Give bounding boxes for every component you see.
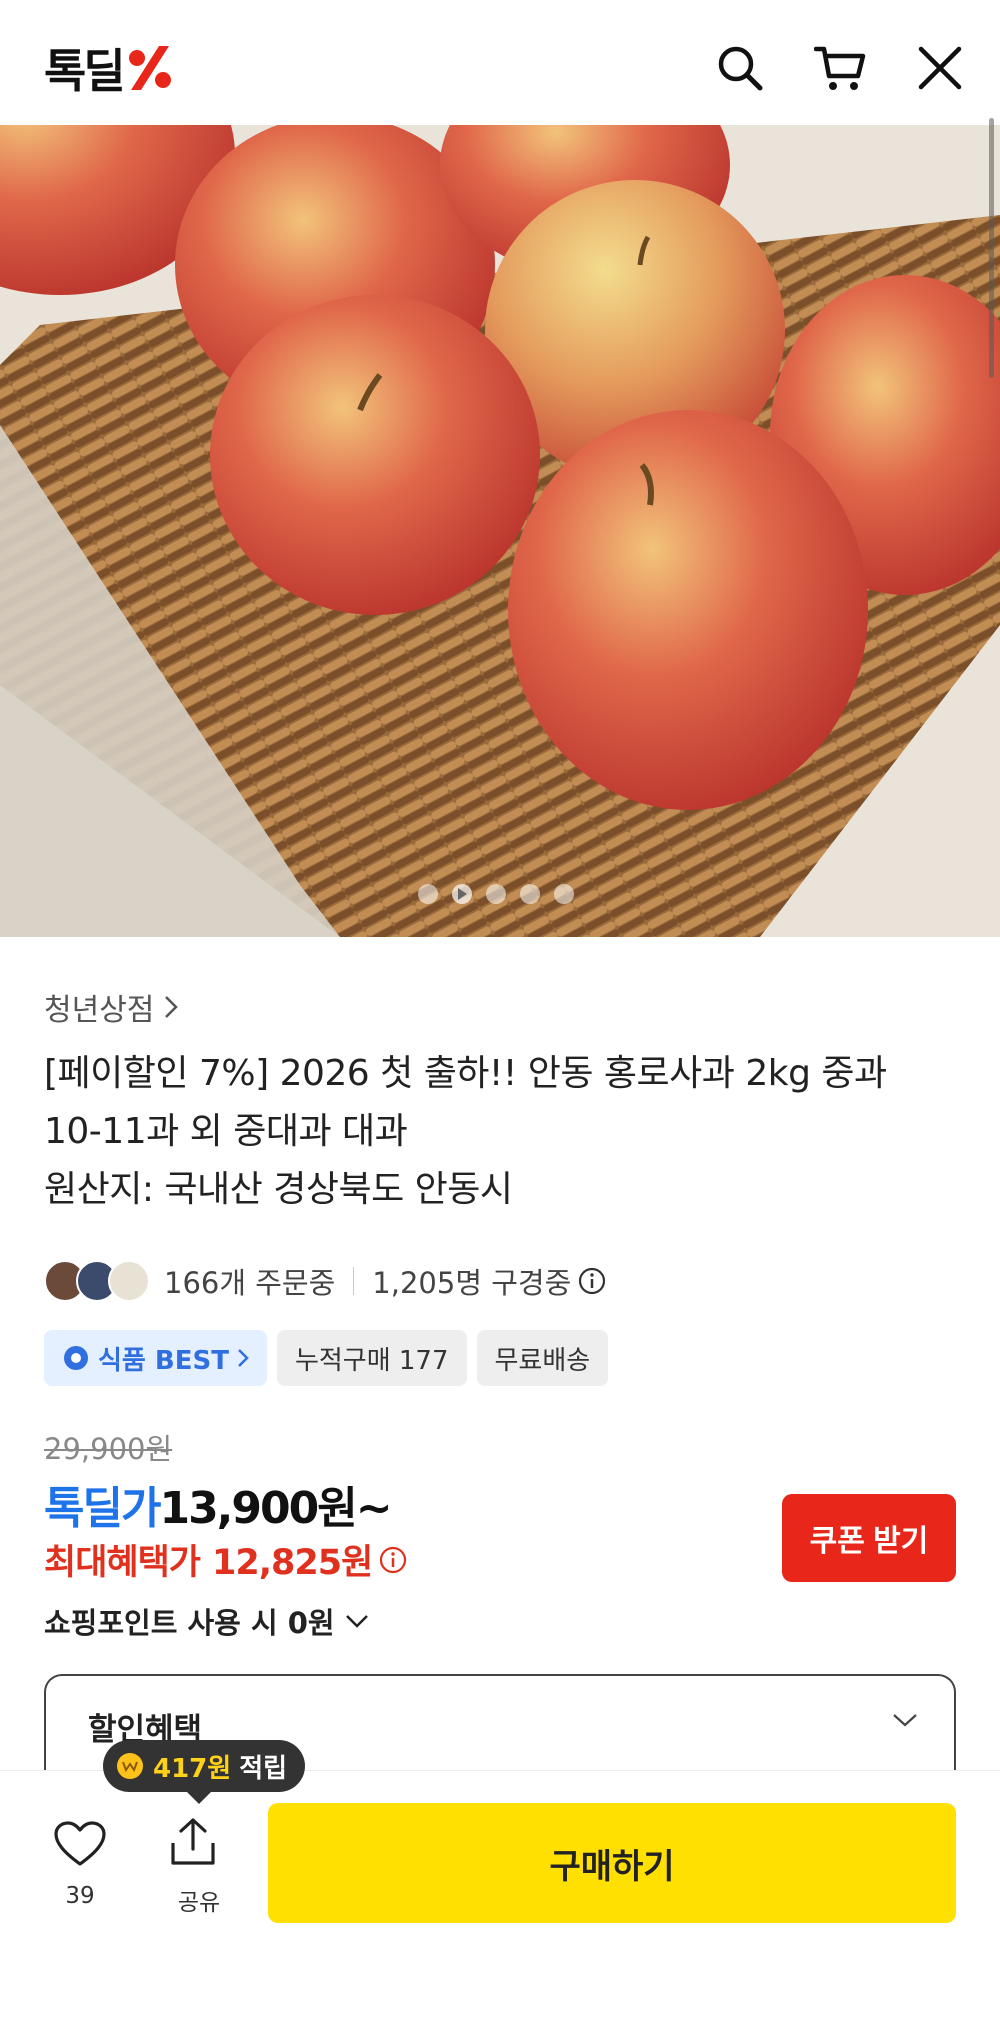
original-price: 29,900원 [44, 1432, 173, 1466]
deal-price: 톡딜가 13,900원~ [44, 1472, 393, 1536]
carousel-dot[interactable] [486, 884, 506, 904]
orders-count: 166개 주문중 [164, 1266, 336, 1300]
chevron-down-icon [345, 1615, 368, 1628]
scrollbar[interactable] [989, 118, 994, 378]
buyer-avatars [44, 1260, 150, 1302]
chevron-right-icon [165, 996, 179, 1018]
max-benefit-price: 최대혜택가 12,825원 [44, 1534, 408, 1585]
search-icon[interactable] [712, 40, 768, 96]
apples-photo [0, 125, 1000, 937]
like-button[interactable] [50, 1821, 110, 1871]
close-icon[interactable] [912, 40, 968, 96]
title-line: [페이할인 7%] 2026 첫 출하!! 안동 홍로사과 2kg 중과 [44, 1053, 887, 1094]
carousel-dots[interactable] [418, 884, 574, 904]
share-label: 공유 [177, 1890, 221, 1916]
best-badge-label: 식품 BEST [98, 1345, 229, 1376]
activity-stats: 166개 주문중 1,205명 구경중 [44, 1258, 607, 1304]
points-earn-tooltip: 417원 적립 [103, 1740, 306, 1804]
title-line: 10-11과 외 중대과 대과 [44, 1111, 408, 1152]
product-badges: 식품 BEST 누적구매 177 무료배송 [44, 1330, 609, 1386]
coin-icon [117, 1753, 143, 1779]
tooltip-amount: 417원 [153, 1753, 232, 1784]
play-icon[interactable] [452, 884, 472, 904]
viewers-count: 1,205명 구경중 [372, 1266, 572, 1300]
info-icon[interactable] [378, 1545, 408, 1575]
deal-price-value: 13,900원~ [159, 1483, 392, 1534]
best-badge[interactable]: 식품 BEST [44, 1330, 267, 1386]
max-benefit-value: 12,825원 [212, 1543, 373, 1583]
carousel-dot[interactable] [418, 884, 438, 904]
shopping-points-toggle[interactable]: 쇼핑포인트 사용 시 0원 [44, 1600, 369, 1642]
origin-line: 원산지: 국내산 경상북도 안동시 [44, 1169, 513, 1210]
gear-badge-icon [64, 1346, 88, 1370]
max-benefit-label: 최대혜택가 [44, 1543, 201, 1583]
logo-text: 톡딜 [44, 44, 126, 98]
buy-button[interactable]: 구매하기 [268, 1803, 956, 1923]
chevron-right-icon [238, 1349, 249, 1367]
store-link[interactable]: 청년상점 [44, 985, 179, 1029]
chevron-down-icon [893, 1714, 917, 1727]
cumulative-badge: 누적구매 177 [276, 1330, 467, 1386]
tooltip-suffix: 적립 [239, 1753, 288, 1784]
divider [353, 1267, 355, 1295]
carousel-dot[interactable] [554, 884, 574, 904]
points-text: 쇼핑포인트 사용 시 0원 [44, 1606, 335, 1640]
deal-label: 톡딜가 [44, 1483, 161, 1534]
percent-logo-icon [128, 46, 171, 90]
share-icon [171, 1818, 215, 1865]
carousel-dot[interactable] [520, 884, 540, 904]
info-icon[interactable] [577, 1266, 607, 1296]
coupon-button[interactable]: 쿠폰 받기 [782, 1494, 956, 1582]
avatar [108, 1260, 150, 1302]
app-logo[interactable]: 톡딜 [44, 40, 175, 98]
cart-icon[interactable] [812, 40, 868, 96]
app-header: 톡딜 [0, 0, 1000, 125]
store-name: 청년상점 [44, 993, 155, 1028]
free-shipping-badge: 무료배송 [476, 1330, 609, 1386]
like-count: 39 [65, 1883, 95, 1909]
heart-icon [54, 1821, 106, 1866]
product-title: [페이할인 7%] 2026 첫 출하!! 안동 홍로사과 2kg 중과 10-… [44, 1045, 964, 1219]
bottom-action-bar: 39 공유 구매하기 [0, 1770, 1000, 2035]
share-button[interactable] [169, 1817, 229, 1871]
product-image[interactable] [0, 125, 1000, 937]
